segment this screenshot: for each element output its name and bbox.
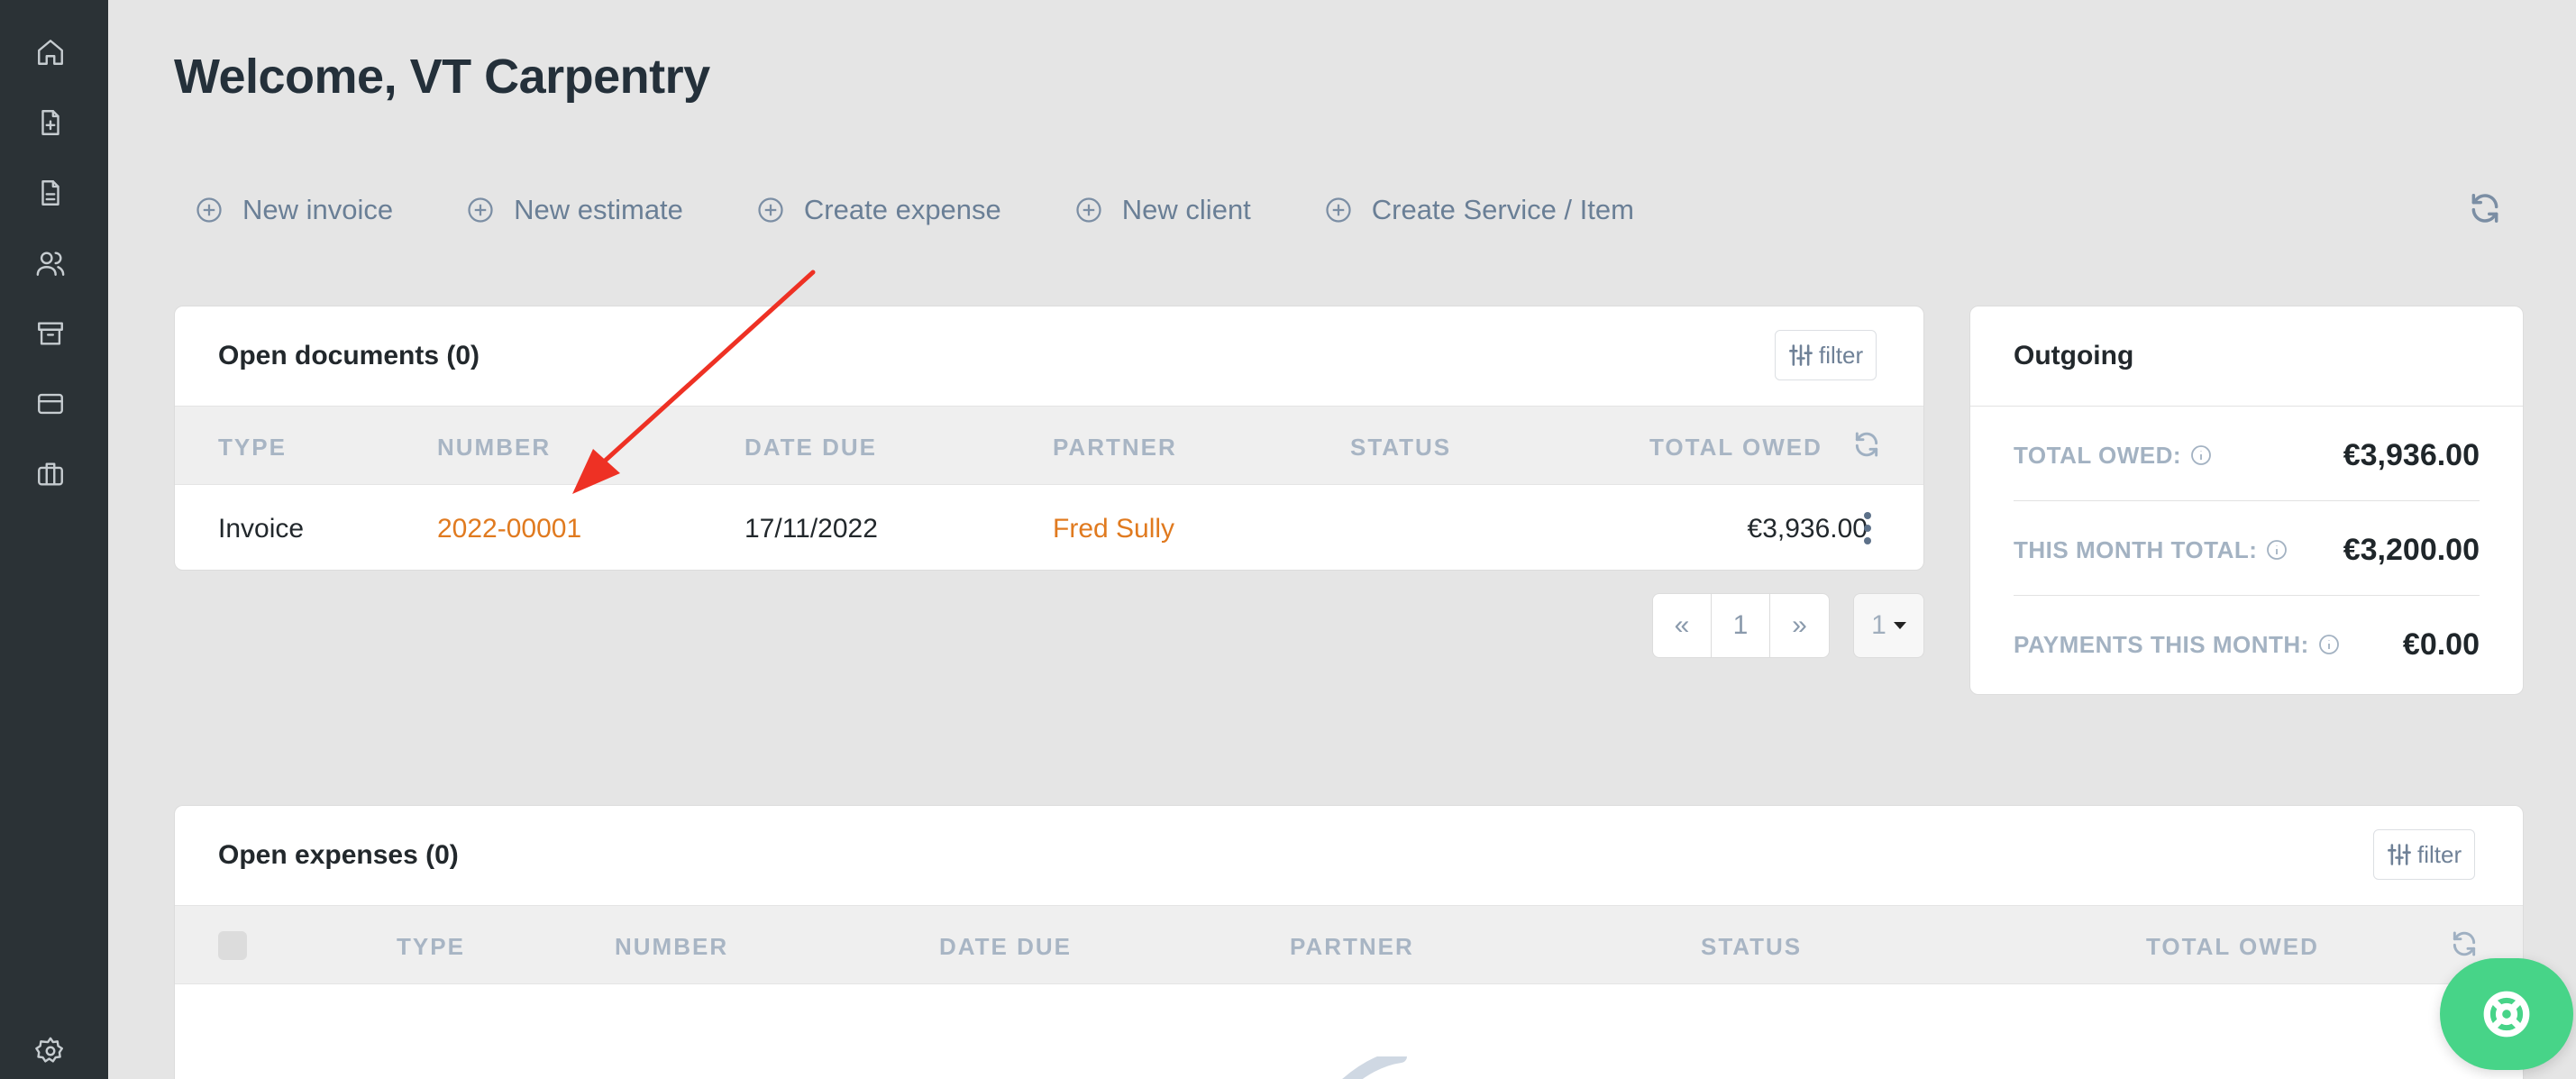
outgoing-label-text: THIS MONTH TOTAL: — [2014, 535, 2258, 563]
table-header: TYPE NUMBER DATE DUE PARTNER STATUS TOTA… — [175, 905, 2523, 984]
outgoing-label: TOTAL OWED: — [2014, 442, 2212, 470]
table-header: TYPE NUMBER DATE DUE PARTNER STATUS TOTA… — [175, 406, 1923, 485]
refresh-icon[interactable] — [2450, 929, 2479, 963]
outgoing-label: THIS MONTH TOTAL: — [2014, 536, 2288, 564]
page-title: Welcome, VT Carpentry — [174, 50, 710, 104]
loading-spinner — [1342, 1056, 1407, 1079]
divider — [2014, 595, 2480, 596]
info-icon[interactable] — [2266, 539, 2288, 561]
next-page-button[interactable]: » — [1770, 594, 1829, 657]
column-header[interactable]: TYPE — [218, 434, 287, 462]
plus-circle-icon — [1325, 197, 1352, 224]
caret-down-icon — [1893, 622, 1906, 629]
outgoing-card: Outgoing TOTAL OWED: €3,936.00 THIS MONT… — [1969, 306, 2524, 695]
action-label: New client — [1121, 194, 1251, 225]
archive-icon[interactable] — [32, 315, 69, 352]
refresh-icon[interactable] — [2468, 191, 2504, 227]
outgoing-row: THIS MONTH TOTAL: €3,200.00 — [2014, 502, 2480, 598]
quick-actions: New invoice New estimate Create expense … — [174, 185, 1685, 235]
outgoing-label: PAYMENTS THIS MONTH: — [2014, 631, 2340, 659]
column-header[interactable]: TOTAL OWED — [2146, 933, 2319, 961]
new-invoice-button[interactable]: New invoice — [174, 194, 393, 226]
previous-page-button[interactable]: « — [1653, 594, 1712, 657]
plus-circle-icon — [196, 197, 223, 224]
sliders-icon — [2388, 844, 2411, 865]
outgoing-label-text: PAYMENTS THIS MONTH: — [2014, 630, 2309, 658]
open-documents-card: Open documents (0) filter TYPE NUMBER DA… — [174, 306, 1924, 571]
page-size-select[interactable]: 1 — [1853, 593, 1924, 658]
create-service-item-button[interactable]: Create Service / Item — [1302, 194, 1634, 226]
column-header[interactable]: NUMBER — [615, 933, 728, 961]
users-icon[interactable] — [32, 245, 69, 281]
outgoing-value: €0.00 — [2402, 626, 2480, 662]
open-documents-title: Open documents (0) — [218, 341, 480, 370]
column-header[interactable]: PARTNER — [1290, 933, 1414, 961]
plus-circle-icon — [1075, 197, 1102, 224]
column-header[interactable]: STATUS — [1350, 434, 1451, 462]
divider — [1970, 406, 2523, 407]
column-header[interactable]: NUMBER — [437, 434, 551, 462]
outgoing-value: €3,200.00 — [2343, 532, 2480, 567]
sidebar — [0, 0, 108, 1079]
pagination: « 1 » — [1652, 593, 1830, 658]
outgoing-row: PAYMENTS THIS MONTH: €0.00 — [2014, 597, 2480, 692]
filter-label: filter — [1819, 341, 1864, 369]
column-header[interactable]: STATUS — [1701, 933, 1802, 961]
page-number-button[interactable]: 1 — [1712, 594, 1770, 657]
help-button[interactable] — [2440, 958, 2573, 1070]
new-client-button[interactable]: New client — [1052, 194, 1251, 226]
page-size-value: 1 — [1871, 610, 1886, 640]
home-icon[interactable] — [32, 34, 69, 70]
info-icon[interactable] — [2318, 634, 2340, 655]
open-expenses-title: Open expenses (0) — [218, 840, 459, 870]
cell-date-due: 17/11/2022 — [744, 514, 878, 544]
outgoing-row: TOTAL OWED: €3,936.00 — [2014, 407, 2480, 503]
cell-type: Invoice — [218, 514, 305, 544]
document-icon[interactable] — [32, 175, 69, 211]
column-header[interactable]: PARTNER — [1053, 434, 1177, 462]
cell-number[interactable]: 2022-00001 — [437, 514, 581, 544]
outgoing-label-text: TOTAL OWED: — [2014, 441, 2182, 469]
filter-button[interactable]: filter — [2373, 829, 2476, 880]
open-expenses-card: Open expenses (0) filter TYPE NUMBER DAT… — [174, 805, 2524, 1079]
lifebuoy-icon — [2483, 991, 2530, 1038]
select-all-checkbox[interactable] — [218, 931, 247, 960]
credit-card-icon[interactable] — [32, 386, 69, 422]
action-label: Create expense — [803, 194, 1001, 225]
outgoing-title: Outgoing — [2014, 341, 2134, 370]
action-label: Create Service / Item — [1371, 194, 1634, 225]
column-header[interactable]: TYPE — [397, 933, 465, 961]
filter-button[interactable]: filter — [1775, 330, 1877, 380]
outgoing-value: €3,936.00 — [2343, 437, 2480, 472]
action-label: New estimate — [514, 194, 683, 225]
cell-partner[interactable]: Fred Sully — [1053, 514, 1174, 544]
cell-total-owed: €3,936.00 — [1747, 514, 1868, 544]
column-header[interactable]: DATE DUE — [939, 933, 1072, 961]
new-estimate-button[interactable]: New estimate — [443, 194, 683, 226]
plus-circle-icon — [467, 197, 494, 224]
divider — [2014, 500, 2480, 501]
more-options-icon[interactable] — [1859, 512, 1877, 544]
briefcase-icon[interactable] — [32, 456, 69, 492]
action-label: New invoice — [242, 194, 394, 225]
table-row[interactable]: Invoice 2022-00001 17/11/2022 Fred Sully… — [175, 485, 1923, 572]
create-expense-button[interactable]: Create expense — [734, 194, 1001, 226]
column-header[interactable]: TOTAL OWED — [1649, 434, 1822, 462]
column-header[interactable]: DATE DUE — [744, 434, 877, 462]
filter-label: filter — [2417, 840, 2462, 868]
info-icon[interactable] — [2190, 444, 2212, 466]
gear-icon[interactable] — [32, 1033, 69, 1069]
sliders-icon — [1789, 344, 1813, 366]
invoice-add-icon[interactable] — [32, 105, 69, 141]
refresh-icon[interactable] — [1852, 430, 1881, 463]
plus-circle-icon — [757, 197, 784, 224]
